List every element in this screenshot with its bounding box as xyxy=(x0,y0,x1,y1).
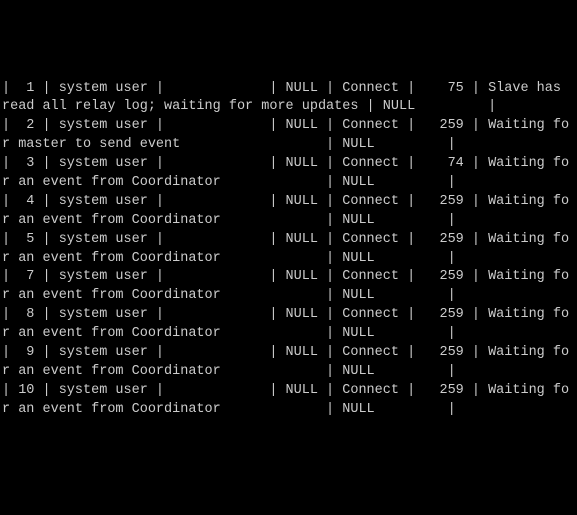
terminal-output: | 1 | system user | | NULL | Connect | 7… xyxy=(2,80,575,420)
